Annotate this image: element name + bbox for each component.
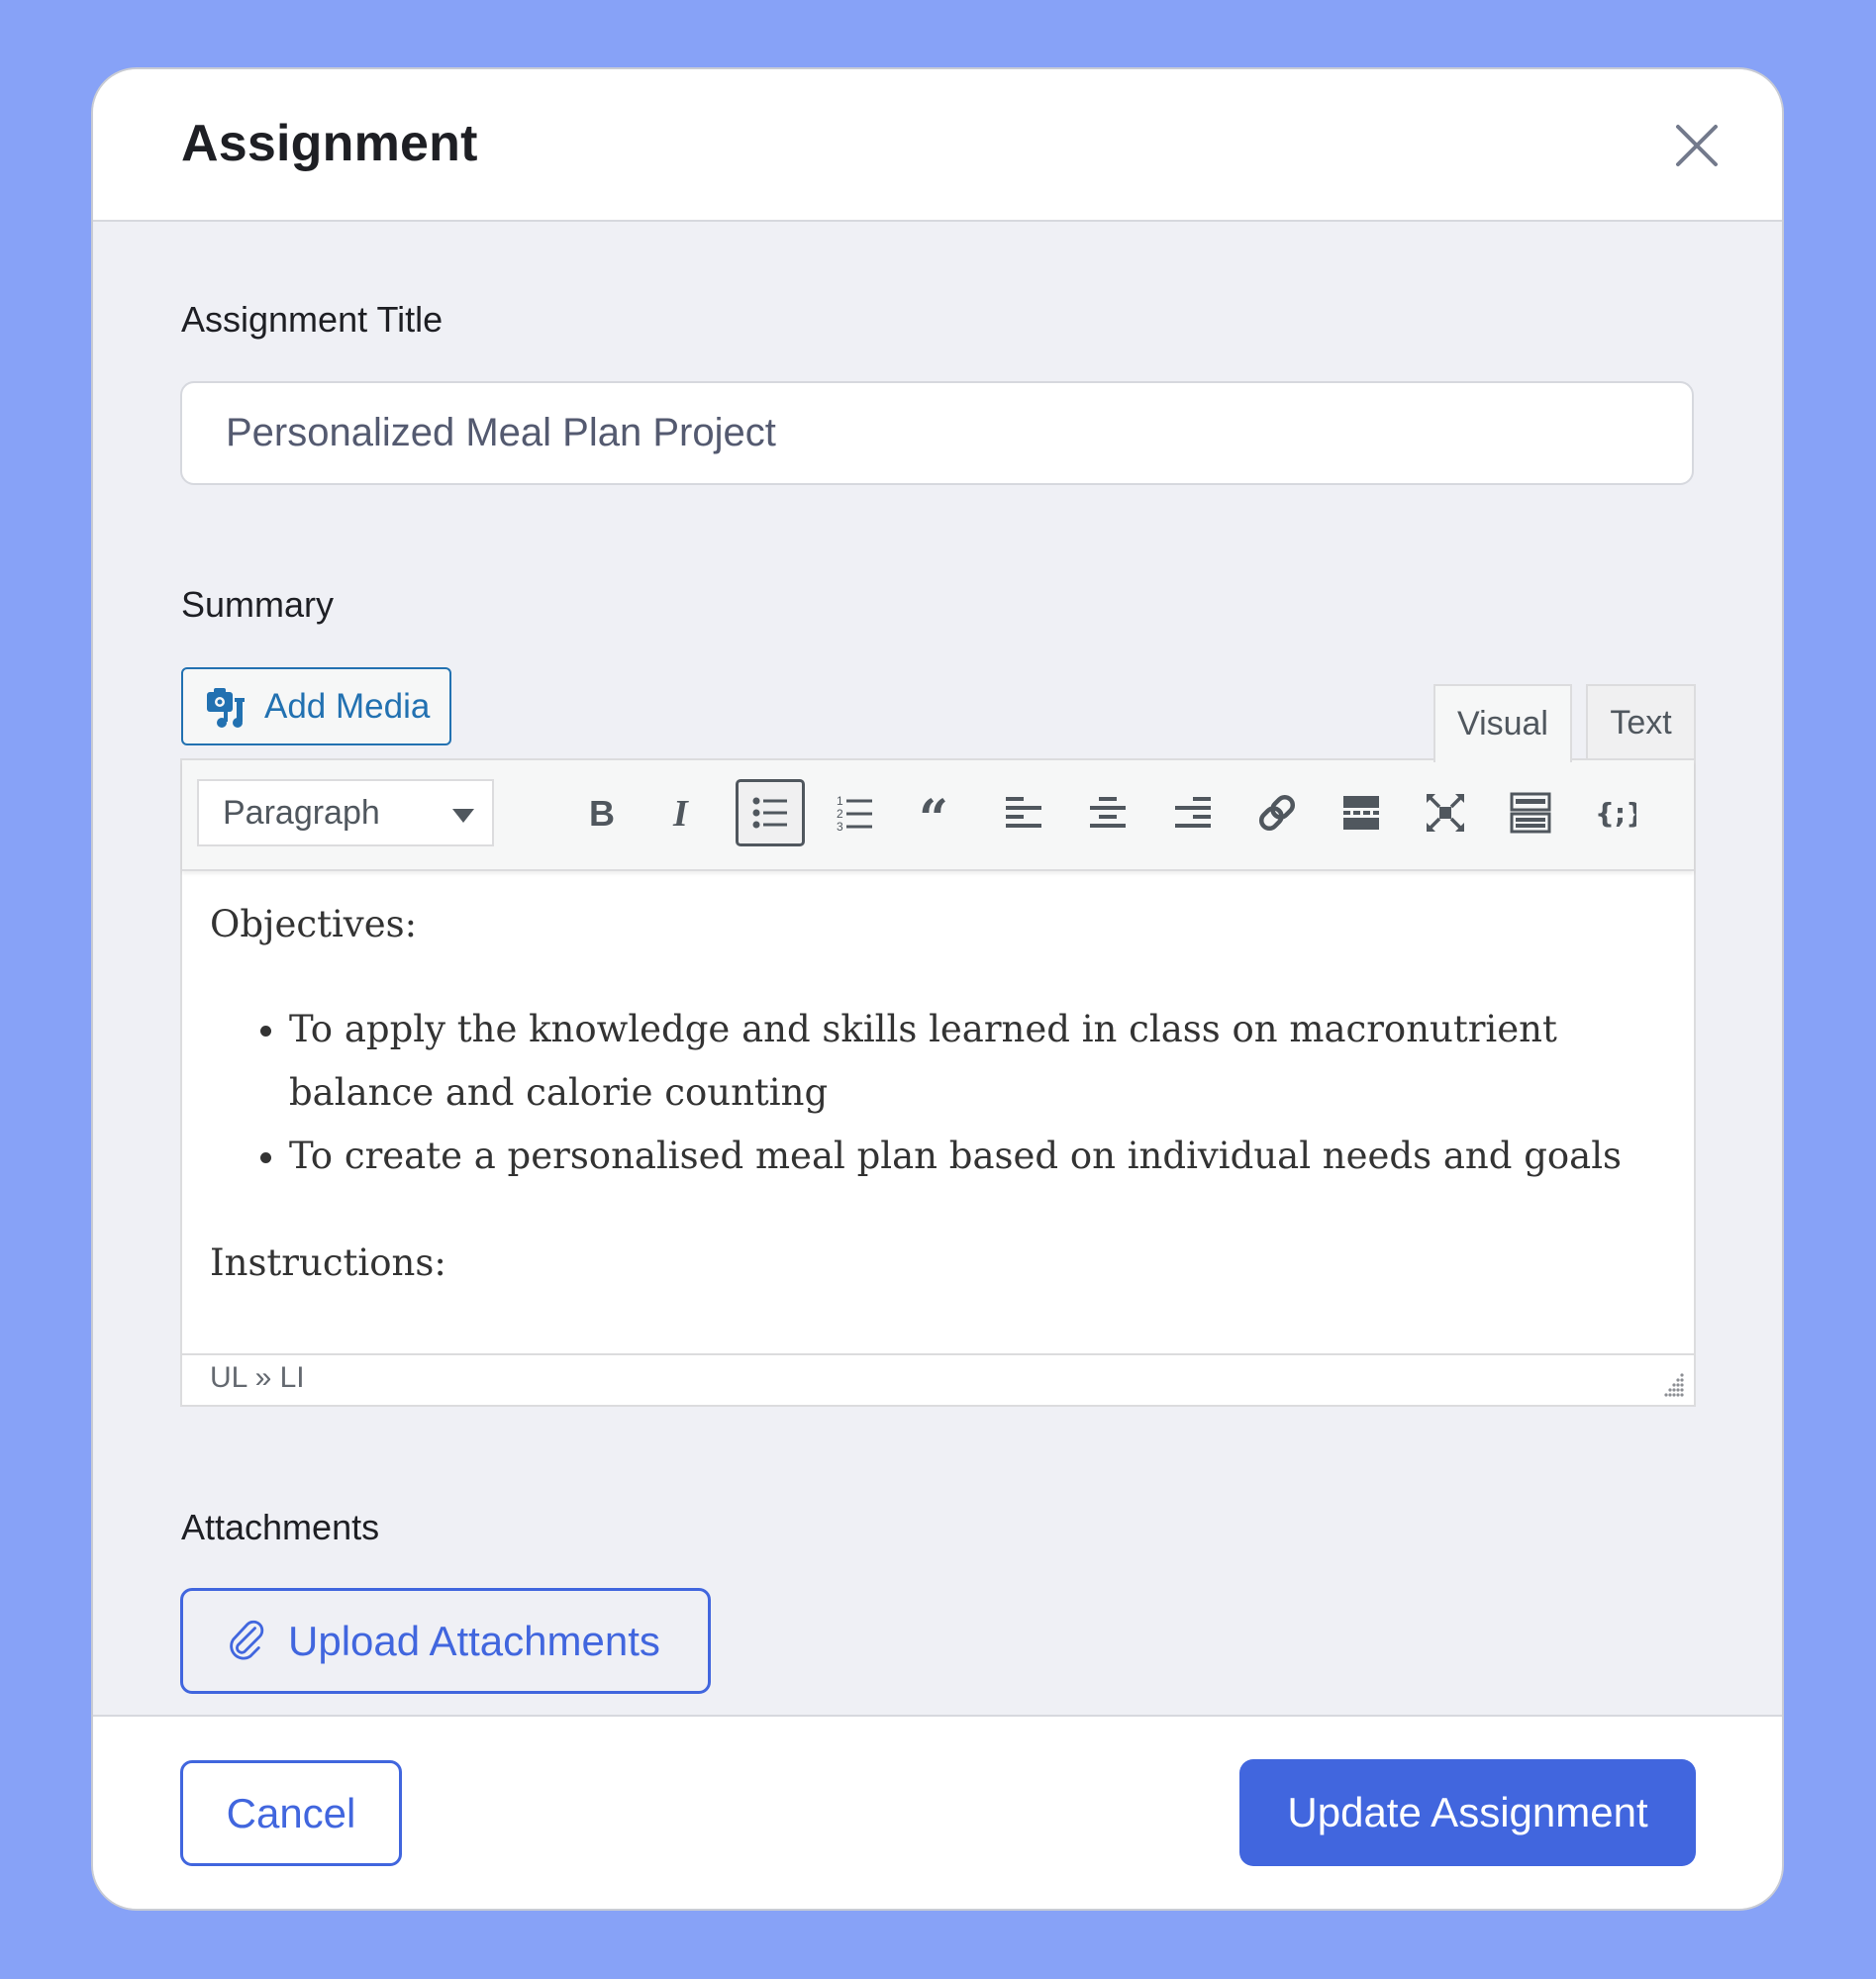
cancel-button[interactable]: Cancel	[180, 1760, 402, 1866]
svg-text:1: 1	[837, 794, 843, 808]
fullscreen-icon	[1427, 794, 1464, 832]
svg-text:3: 3	[837, 820, 843, 834]
align-right-icon	[1175, 797, 1211, 828]
tab-visual-label: Visual	[1457, 705, 1548, 742]
list-item: To apply the knowledge and skills learne…	[289, 998, 1695, 1125]
toolbar-toggle-icon	[1510, 792, 1551, 834]
format-select[interactable]: Paragraph	[197, 779, 494, 846]
close-button[interactable]	[1674, 123, 1720, 168]
bold-icon: B	[589, 793, 615, 834]
upload-attachments-button[interactable]: Upload Attachments	[180, 1588, 711, 1694]
svg-text:{;}: {;}	[1595, 797, 1636, 830]
align-center-button[interactable]	[1073, 779, 1142, 846]
italic-icon: I	[672, 793, 689, 835]
add-media-label: Add Media	[264, 686, 431, 726]
modal-header: Assignment	[93, 69, 1782, 222]
shortcode-button[interactable]: {;}	[1580, 779, 1649, 846]
svg-text:“: “	[919, 791, 948, 835]
svg-text:2: 2	[837, 807, 843, 821]
svg-text:B: B	[589, 793, 615, 834]
add-media-button[interactable]: Add Media	[181, 667, 451, 745]
tab-visual[interactable]: Visual	[1433, 684, 1572, 762]
media-icon	[207, 687, 245, 728]
fullscreen-button[interactable]	[1411, 779, 1480, 846]
numbered-list-icon: 1 2 3	[837, 794, 872, 834]
list-item: To create a personalised meal plan based…	[289, 1125, 1695, 1188]
align-center-icon	[1090, 797, 1126, 828]
italic-button[interactable]: I	[650, 779, 720, 846]
tab-text[interactable]: Text	[1586, 684, 1696, 760]
upload-attachments-label: Upload Attachments	[288, 1617, 660, 1664]
rich-text-editor: Paragraph B I 1 2 3 “ {; Objectives: • T…	[180, 758, 1696, 1407]
assignment-title-label: Assignment Title	[181, 299, 444, 340]
content-heading-instructions: Instructions:	[210, 1241, 446, 1284]
objectives-list: To apply the knowledge and skills learne…	[210, 998, 1695, 1188]
align-left-icon	[1006, 797, 1041, 828]
modal-footer: Cancel Update Assignment	[93, 1715, 1782, 1909]
toolbar-toggle-button[interactable]	[1496, 779, 1565, 846]
assignment-title-input[interactable]	[180, 381, 1694, 485]
shortcode-icon: {;}	[1595, 797, 1636, 830]
bold-button[interactable]: B	[568, 779, 638, 846]
link-button[interactable]	[1242, 779, 1312, 846]
editor-statusbar: UL » LI	[182, 1353, 1694, 1405]
blockquote-icon: “	[919, 791, 948, 835]
align-right-button[interactable]	[1158, 779, 1228, 846]
attachments-label: Attachments	[181, 1507, 380, 1547]
content-heading-objectives: Objectives:	[210, 903, 418, 945]
svg-text:I: I	[672, 793, 689, 835]
resize-handle-icon[interactable]	[1658, 1371, 1686, 1399]
align-left-button[interactable]	[989, 779, 1058, 846]
assignment-modal: Assignment Assignment Title Summary Add …	[93, 69, 1782, 1909]
paperclip-icon	[230, 1620, 264, 1659]
chevron-down-icon	[452, 809, 474, 823]
read-more-button[interactable]	[1327, 779, 1396, 846]
format-select-value: Paragraph	[223, 793, 380, 832]
numbered-list-button[interactable]: 1 2 3	[821, 779, 890, 846]
summary-label: Summary	[181, 584, 335, 625]
bullet-list-icon	[752, 797, 787, 829]
read-more-icon	[1343, 796, 1379, 830]
blockquote-button[interactable]: “	[905, 779, 974, 846]
element-path: UL » LI	[210, 1361, 305, 1394]
modal-title: Assignment	[181, 115, 478, 172]
update-assignment-button[interactable]: Update Assignment	[1239, 1759, 1696, 1866]
close-icon	[1676, 125, 1718, 166]
editor-toolbar: Paragraph B I 1 2 3 “ {;	[182, 760, 1694, 871]
bullet-list-button[interactable]	[736, 779, 805, 846]
editor-content[interactable]: Objectives: To apply the knowledge and s…	[182, 871, 1694, 1346]
link-icon	[1258, 794, 1296, 832]
tab-text-label: Text	[1610, 704, 1672, 742]
